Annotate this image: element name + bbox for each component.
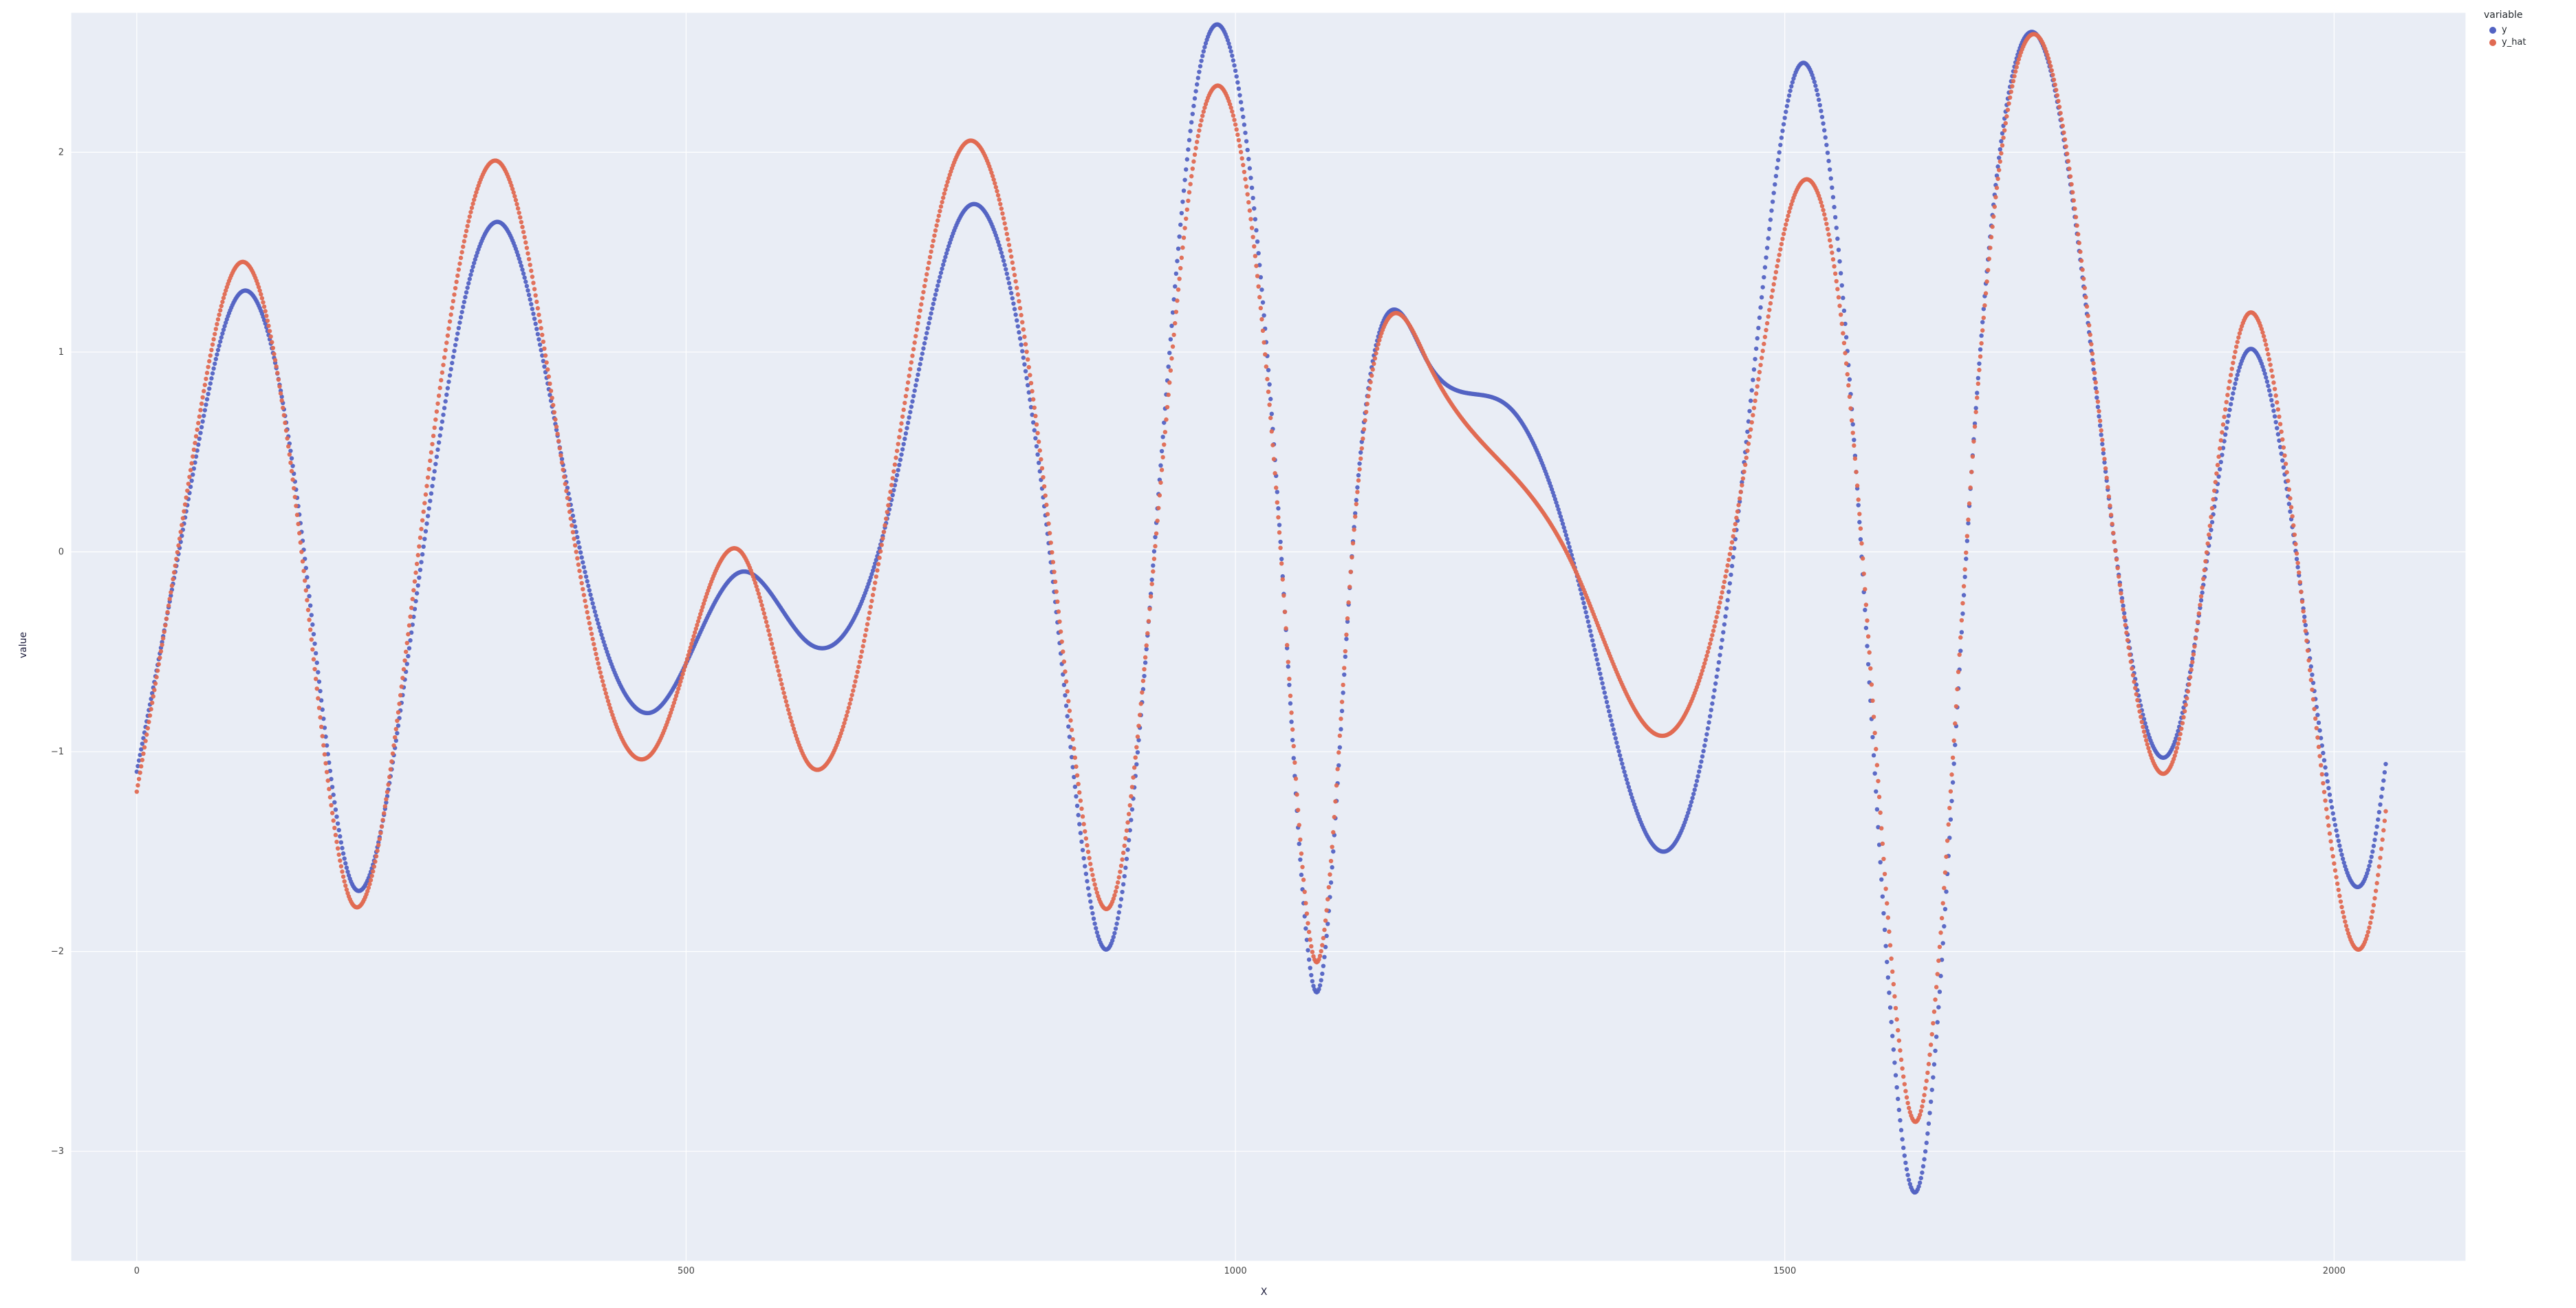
x-tick-label: 0: [134, 1266, 140, 1276]
legend-title: variable: [2484, 10, 2564, 21]
y-tick-label: −2: [51, 947, 64, 957]
legend-label-y: y: [2502, 25, 2507, 35]
chart-svg: 0 500 1000 1500 2000 −3 −2 −1 0 1 2: [33, 7, 2473, 1283]
y-tick-label: −3: [51, 1146, 64, 1157]
y-tick-label: 0: [58, 547, 64, 558]
y-tick-label: −1: [51, 747, 64, 757]
legend-label-y-hat: y_hat: [2502, 37, 2526, 47]
legend-swatch-y: [2489, 27, 2496, 34]
x-tick-label: 500: [678, 1266, 695, 1276]
legend-item-y: y: [2489, 25, 2564, 35]
legend-item-y-hat: y_hat: [2489, 37, 2564, 47]
legend-swatch-y-hat: [2489, 39, 2496, 46]
x-tick-label: 1500: [1773, 1266, 1796, 1276]
plot-column: value 0 500 1000 1500 2000 −3 −2 −1 0 1 2 X: [0, 0, 2480, 1308]
y-tick-label: 1: [58, 347, 64, 358]
chart-canvas: 0 500 1000 1500 2000 −3 −2 −1 0 1 2: [33, 7, 2473, 1283]
y-axis-label: value: [18, 632, 29, 658]
x-tick-label: 2000: [2323, 1266, 2346, 1276]
x-tick-label: 1000: [1224, 1266, 1247, 1276]
figure: value 0 500 1000 1500 2000 −3 −2 −1 0 1 2 X variab…: [0, 0, 2576, 1308]
y-axis-label-wrap: value: [14, 7, 33, 1283]
plot-row: value 0 500 1000 1500 2000 −3 −2 −1 0 1 2: [14, 7, 2473, 1283]
y-tick-label: 2: [58, 147, 64, 157]
legend: variable y y_hat: [2480, 0, 2576, 1308]
x-axis-label: X: [14, 1283, 2473, 1301]
panel-background: [71, 12, 2466, 1261]
